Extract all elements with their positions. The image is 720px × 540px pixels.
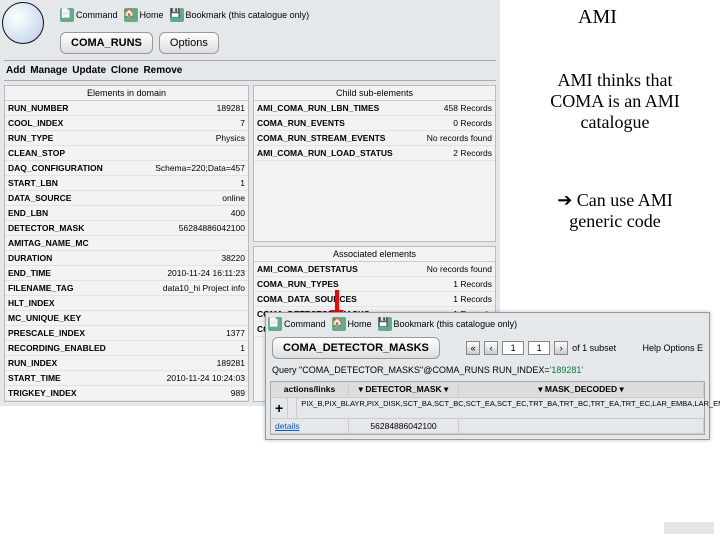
query-text: Query "COMA_DETECTOR_MASKS"@COMA_RUNS RU… <box>266 361 709 379</box>
inset-command-button[interactable]: 📄Command <box>268 317 326 331</box>
command-label: Command <box>76 10 118 20</box>
home-label: Home <box>140 10 164 20</box>
table-row[interactable]: RUN_TYPEPhysics <box>5 131 248 146</box>
table-row[interactable]: AMI_COMA_DETSTATUSNo records found <box>254 262 495 277</box>
pager-subset: of 1 subset <box>572 343 616 353</box>
table-row[interactable]: COMA_DATA_SOURCES1 Records <box>254 292 495 307</box>
home-icon: 🏠 <box>124 8 138 22</box>
results-table: actions/links ▾ DETECTOR_MASK ▾ ▾ MASK_D… <box>270 381 705 435</box>
page-title: AMI <box>578 6 617 29</box>
floppy-icon: 💾 <box>170 8 184 22</box>
home-icon: 🏠 <box>332 317 346 331</box>
elements-panel: Elements in domain RUN_NUMBER189281COOL_… <box>4 85 249 402</box>
table-row[interactable]: START_LBN1 <box>5 176 248 191</box>
footer-placeholder <box>664 522 714 534</box>
table-row[interactable]: DURATION38220 <box>5 251 248 266</box>
col-actions: actions/links <box>271 382 349 397</box>
pager-page-input[interactable] <box>502 341 524 355</box>
bookmark-button[interactable]: 💾Bookmark (this catalogue only) <box>170 8 310 22</box>
table-row[interactable]: TRIGKEY_INDEX989 <box>5 386 248 401</box>
ami-logo <box>2 2 50 50</box>
command-button[interactable]: 📄Command <box>60 8 118 22</box>
bookmark-label: Bookmark (this catalogue only) <box>186 10 310 20</box>
table-row[interactable]: COMA_RUN_TYPES1 Records <box>254 277 495 292</box>
table-row[interactable]: DAQ_CONFIGURATIONSchema=220;Data=457 <box>5 161 248 176</box>
col-detmask[interactable]: ▾ DETECTOR_MASK ▾ <box>349 382 459 397</box>
children-panel: Child sub-elements AMI_COMA_RUN_LBN_TIME… <box>253 85 496 242</box>
inset-help[interactable]: Help Options E <box>642 343 703 353</box>
table-row[interactable]: AMITAG_NAME_MC <box>5 236 248 251</box>
pager-next[interactable]: › <box>554 341 568 355</box>
table-row[interactable]: COMA_RUN_STREAM_EVENTSNo records found <box>254 131 495 146</box>
table-row[interactable]: DATA_SOURCEonline <box>5 191 248 206</box>
table-row[interactable]: PRESCALE_INDEX1377 <box>5 326 248 341</box>
pager-prev[interactable]: ‹ <box>484 341 498 355</box>
detmask-value: 56284886042100 <box>349 419 459 433</box>
home-button[interactable]: 🏠Home <box>124 8 164 22</box>
table-row[interactable]: END_LBN400 <box>5 206 248 221</box>
table-row[interactable]: CLEAN_STOP <box>5 146 248 161</box>
table-row[interactable]: RUN_NUMBER189281 <box>5 101 248 116</box>
pager: « ‹ › of 1 subset <box>466 341 616 355</box>
table-row[interactable]: HLT_INDEX <box>5 296 248 311</box>
expand-button[interactable]: + <box>271 398 288 418</box>
table-row[interactable]: RUN_INDEX189281 <box>5 356 248 371</box>
assoc-title: Associated elements <box>254 247 495 262</box>
table-row[interactable]: START_TIME2010-11-24 10:24:03 <box>5 371 248 386</box>
inset-window: 📄Command 🏠Home 💾Bookmark (this catalogue… <box>265 312 710 440</box>
elements-title: Elements in domain <box>5 86 248 101</box>
pager-of-input[interactable] <box>528 341 550 355</box>
tab-coma-runs[interactable]: COMA_RUNS <box>60 32 153 54</box>
table-row[interactable]: COMA_RUN_EVENTS0 Records <box>254 116 495 131</box>
command-icon: 📄 <box>60 8 74 22</box>
table-row[interactable]: DETECTOR_MASK56284886042100 <box>5 221 248 236</box>
query-index: '189281' <box>550 365 583 375</box>
col-maskdecoded[interactable]: ▾ MASK_DECODED ▾ <box>459 382 704 397</box>
table-row[interactable]: COOL_INDEX7 <box>5 116 248 131</box>
annotation-can: ➔ Can use AMI generic code <box>530 190 700 232</box>
tab-options[interactable]: Options <box>159 32 219 54</box>
pager-first[interactable]: « <box>466 341 480 355</box>
mask-decoded-cell: PIX_B,PIX_BLAYR,PIX_DISK,SCT_BA,SCT_BC,S… <box>297 398 720 418</box>
command-icon: 📄 <box>268 317 282 331</box>
inset-tab[interactable]: COMA_DETECTOR_MASKS <box>272 337 440 359</box>
children-title: Child sub-elements <box>254 86 495 101</box>
inset-bookmark-button[interactable]: 💾Bookmark (this catalogue only) <box>378 317 518 331</box>
details-link[interactable]: details <box>271 419 349 433</box>
annotation-think: AMI thinks that COMA is an AMI catalogue <box>530 70 700 133</box>
inset-home-button[interactable]: 🏠Home <box>332 317 372 331</box>
table-row[interactable]: AMI_COMA_RUN_LBN_TIMES458 Records <box>254 101 495 116</box>
table-row[interactable]: RECORDING_ENABLED1 <box>5 341 248 356</box>
table-row[interactable]: MC_UNIQUE_KEY <box>5 311 248 326</box>
action-bar[interactable]: Add Manage Update Clone Remove <box>4 60 496 81</box>
table-row[interactable]: FILENAME_TAGdata10_hi Project info <box>5 281 248 296</box>
table-row[interactable]: AMI_COMA_RUN_LOAD_STATUS2 Records <box>254 146 495 161</box>
floppy-icon: 💾 <box>378 317 392 331</box>
table-row[interactable]: END_TIME2010-11-24 16:11:23 <box>5 266 248 281</box>
